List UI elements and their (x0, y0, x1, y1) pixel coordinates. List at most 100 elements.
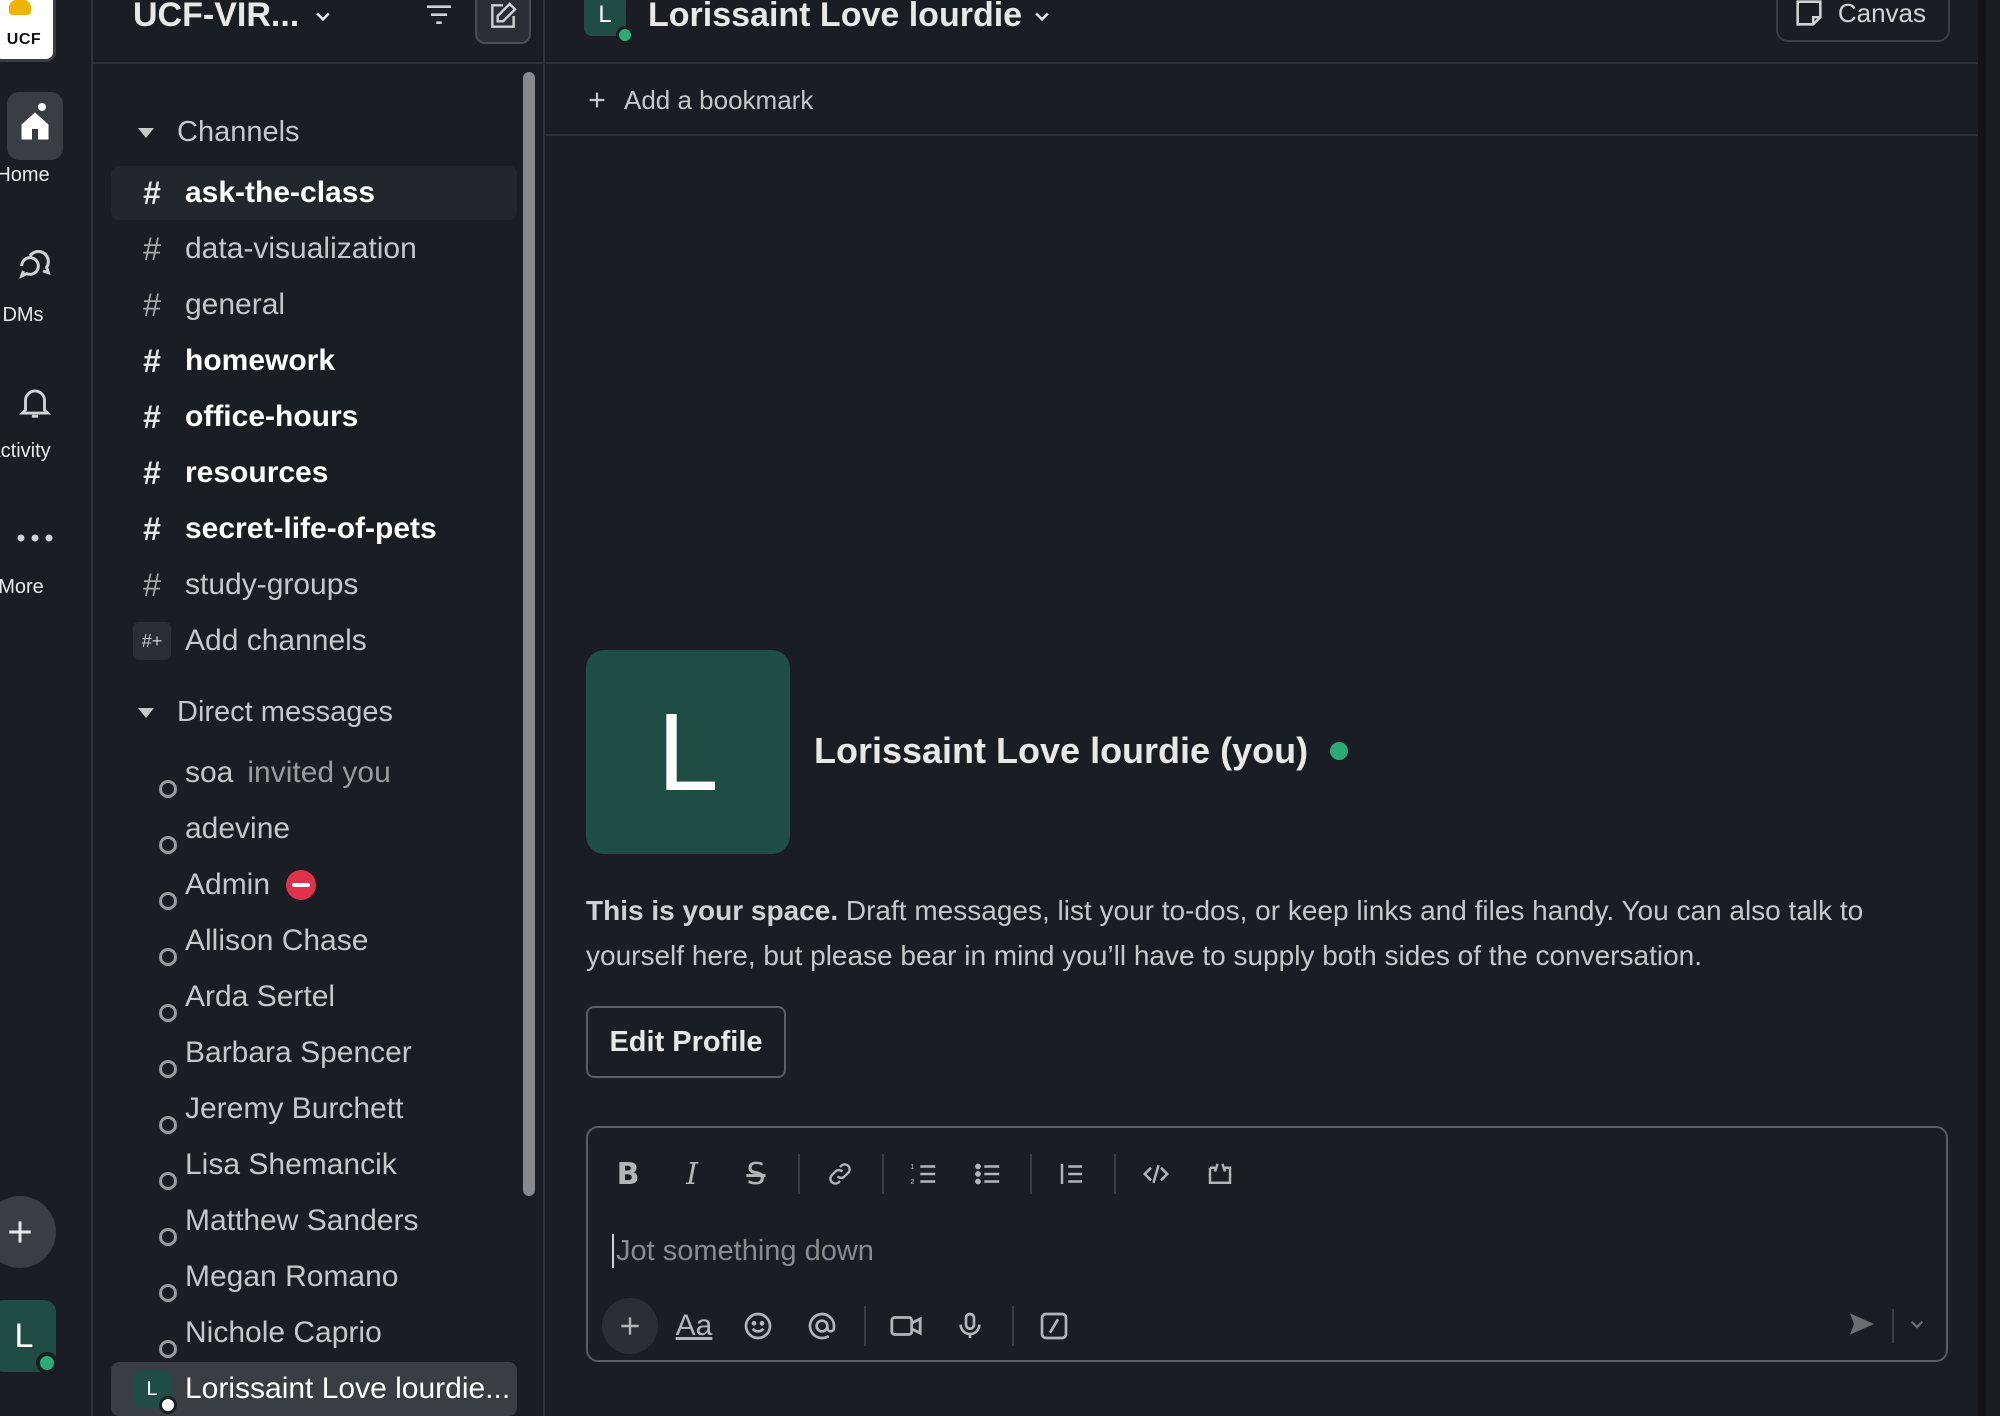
avatar: L (133, 1370, 177, 1414)
sidebar-channel-resources[interactable]: # resources (111, 446, 517, 500)
shortcuts-button[interactable] (1026, 1298, 1082, 1354)
dms-header: Direct messages (177, 696, 393, 728)
chevron-down-icon (1035, 12, 1049, 21)
dm-invite-note: invited you (247, 756, 391, 789)
message-input[interactable]: Jot something down (612, 1226, 1912, 1276)
sidebar-channel-ask-the-class[interactable]: # ask-the-class (111, 166, 517, 220)
workspace-logo-text: UCF (6, 31, 42, 48)
canvas-icon (1796, 0, 1822, 26)
filter-button[interactable] (423, 0, 455, 37)
sidebar-channel-study-groups[interactable]: # study-groups (111, 558, 517, 612)
window-edge (1978, 0, 1986, 1416)
sidebar-channel-office-hours[interactable]: # office-hours (111, 390, 517, 444)
sidebar-dm-lisa-shemancik[interactable]: Lisa Shemancik (111, 1138, 517, 1192)
mention-button[interactable] (794, 1298, 850, 1354)
sidebar-dm-admin[interactable]: Admin (111, 858, 517, 912)
add-workspace-button[interactable] (0, 1196, 56, 1268)
channel-name: resources (185, 456, 329, 489)
sidebar-channel-general[interactable]: # general (111, 278, 517, 332)
blockquote-button[interactable] (1044, 1146, 1100, 1202)
sidebar-dm-barbara-spencer[interactable]: Barbara Spencer (111, 1026, 517, 1080)
dms-section-toggle[interactable]: Direct messages (137, 696, 393, 729)
strikethrough-icon: S (746, 1156, 766, 1192)
avatar (133, 1034, 177, 1078)
bold-button[interactable]: B (600, 1146, 656, 1202)
channel-name: homework (185, 344, 336, 377)
pegasus-icon (9, 0, 31, 15)
presence-badge (159, 1284, 177, 1302)
code-button[interactable] (1128, 1146, 1184, 1202)
channel-sidebar: UCF-VIR... Channels # ask-the-class # data-… (91, 0, 545, 1416)
hash-icon: # (143, 398, 161, 435)
presence-badge (159, 1172, 177, 1190)
sidebar-dm-arda-sertel[interactable]: Arda Sertel (111, 970, 517, 1024)
avatar (133, 1090, 177, 1134)
dm-name: Admin (185, 868, 271, 901)
avatar (133, 1146, 177, 1190)
avatar (133, 978, 177, 1022)
strikethrough-button[interactable]: S (728, 1146, 784, 1202)
sidebar-dm-megan-romano[interactable]: Megan Romano (111, 1250, 517, 1304)
dm-name: Lorissaint Love lourdie... (185, 1372, 511, 1405)
compose-button[interactable] (475, 0, 531, 44)
code-block-button[interactable] (1192, 1146, 1248, 1202)
header-avatar-initial: L (598, 1, 612, 28)
home-button[interactable] (7, 92, 63, 160)
more-button[interactable] (7, 504, 63, 572)
presence-badge (159, 780, 177, 798)
code-block-icon (1208, 1163, 1232, 1184)
send-icon (1850, 1312, 1874, 1335)
add-channels-button[interactable]: #+ Add channels (111, 614, 517, 668)
sidebar-scrollbar[interactable] (523, 72, 535, 1196)
dm-name: Lisa Shemancik (185, 1148, 397, 1181)
sidebar-dm-soa[interactable]: soa invited you (111, 746, 517, 800)
sidebar-dm-nichole-caprio[interactable]: Nichole Caprio (111, 1306, 517, 1360)
add-bookmark-button[interactable]: Add a bookmark (546, 66, 1986, 136)
message-composer: B I S 12 Jot something down Aa (586, 1126, 1948, 1362)
bulleted-list-button[interactable] (960, 1146, 1016, 1202)
video-clip-button[interactable] (878, 1298, 934, 1354)
workspace-switcher[interactable]: UCF-VIR... (133, 0, 333, 35)
user-avatar[interactable]: L (0, 1300, 58, 1374)
sidebar-dm-lorissaint-love-lourdie[interactable]: L Lorissaint Love lourdie... (111, 1362, 517, 1416)
channels-section-toggle[interactable]: Channels (137, 116, 300, 149)
send-button[interactable] (1846, 1308, 1878, 1345)
bulleted-list-icon (975, 1163, 1000, 1185)
canvas-button[interactable]: Canvas (1775, 0, 1950, 42)
sidebar-channel-data-visualization[interactable]: # data-visualization (111, 222, 517, 276)
conversation-header: L Lorissaint Love lourdie Canvas (546, 0, 1986, 64)
rail-home[interactable]: Home (0, 92, 70, 187)
conversation-title-button[interactable]: Lorissaint Love lourdie (648, 0, 1052, 35)
dms-button[interactable] (7, 232, 63, 300)
sidebar-dm-allison-chase[interactable]: Allison Chase (111, 914, 517, 968)
edit-profile-button[interactable]: Edit Profile (586, 1006, 786, 1078)
intro-name-text: Lorissaint Love lourdie (you) (814, 730, 1309, 771)
rail-dms[interactable]: DMs (0, 232, 70, 327)
sidebar-dm-adevine[interactable]: adevine (111, 802, 517, 856)
avatar (133, 922, 177, 966)
sidebar-dm-jeremy-burchett[interactable]: Jeremy Burchett (111, 1082, 517, 1136)
audio-clip-button[interactable] (942, 1298, 998, 1354)
composer-actions: Aa (602, 1298, 1090, 1354)
workspace-logo[interactable]: UCF (0, 0, 56, 62)
rail-activity[interactable]: Activity (0, 368, 70, 463)
sidebar-channel-homework[interactable]: # homework (111, 334, 517, 388)
link-button[interactable] (812, 1146, 868, 1202)
formatting-toggle-button[interactable]: Aa (666, 1298, 722, 1354)
rail-more[interactable]: More (0, 504, 70, 599)
dms-icon (19, 250, 51, 279)
activity-button[interactable] (7, 368, 63, 436)
intro-name[interactable]: Lorissaint Love lourdie (you) (814, 730, 1349, 772)
toolbar-divider (864, 1306, 866, 1346)
emoji-button[interactable] (730, 1298, 786, 1354)
sidebar-channel-secret-life-of-pets[interactable]: # secret-life-of-pets (111, 502, 517, 556)
video-icon (890, 1316, 922, 1336)
ordered-list-button[interactable]: 12 (896, 1146, 952, 1202)
text-caret (612, 1234, 614, 1268)
sidebar-dm-matthew-sanders[interactable]: Matthew Sanders (111, 1194, 517, 1248)
italic-button[interactable]: I (664, 1146, 720, 1202)
schedule-send-button[interactable] (1908, 1315, 1926, 1338)
caret-down-icon (138, 707, 154, 718)
attach-button[interactable] (602, 1298, 658, 1354)
intro-avatar[interactable]: L (586, 650, 790, 854)
